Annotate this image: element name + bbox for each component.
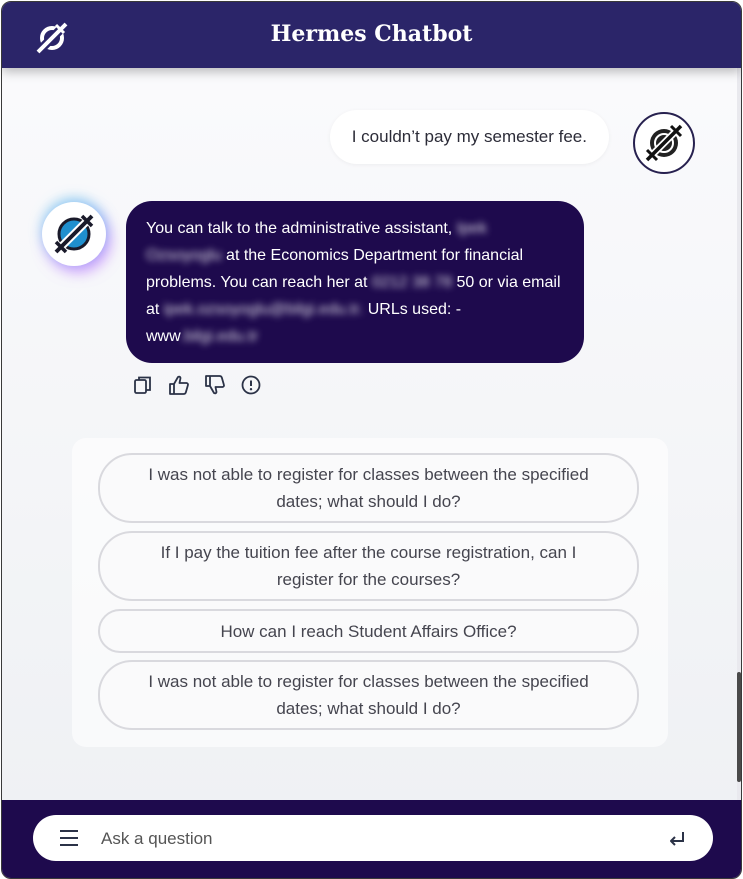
bot-avatar bbox=[42, 202, 106, 266]
suggestion-button[interactable]: How can I reach Student Affairs Office? bbox=[98, 609, 639, 653]
footer bbox=[2, 800, 741, 878]
question-input[interactable] bbox=[99, 815, 643, 863]
redacted-phone: 0212 38 78 bbox=[371, 274, 453, 291]
redacted-email: ipek.ozsoyoglu@bilgi.edu.tr. bbox=[163, 301, 364, 318]
copy-icon[interactable] bbox=[132, 374, 154, 396]
menu-icon[interactable] bbox=[59, 829, 79, 847]
suggestion-button[interactable]: I was not able to register for classes b… bbox=[98, 453, 639, 523]
bot-avatar-icon bbox=[51, 211, 97, 257]
user-avatar-icon bbox=[642, 121, 686, 165]
chat-window: Hermes Chatbot I couldn’t pay my semeste… bbox=[1, 1, 742, 879]
suggestion-button[interactable]: If I pay the tuition fee after the cours… bbox=[98, 531, 639, 601]
thumbs-down-icon[interactable] bbox=[204, 374, 226, 396]
redacted-url: .bilgi.edu.tr bbox=[179, 328, 259, 345]
page-title: Hermes Chatbot bbox=[270, 21, 473, 47]
user-message-bubble: I couldn’t pay my semester fee. bbox=[329, 110, 609, 164]
scrollbar-thumb[interactable] bbox=[737, 672, 741, 782]
enter-send-icon[interactable] bbox=[667, 829, 687, 849]
question-input-wrapper bbox=[33, 815, 713, 863]
user-message-row: I couldn’t pay my semester fee. bbox=[2, 110, 741, 174]
header: Hermes Chatbot bbox=[2, 2, 741, 68]
user-avatar bbox=[633, 112, 695, 174]
bot-text-part1: You can talk to the administrative assis… bbox=[146, 220, 453, 237]
bot-message-bubble: You can talk to the administrative assis… bbox=[126, 201, 584, 363]
message-actions bbox=[132, 374, 262, 396]
report-icon[interactable] bbox=[240, 374, 262, 396]
thumbs-up-icon[interactable] bbox=[168, 374, 190, 396]
suggestion-button[interactable]: I was not able to register for classes b… bbox=[98, 660, 639, 730]
